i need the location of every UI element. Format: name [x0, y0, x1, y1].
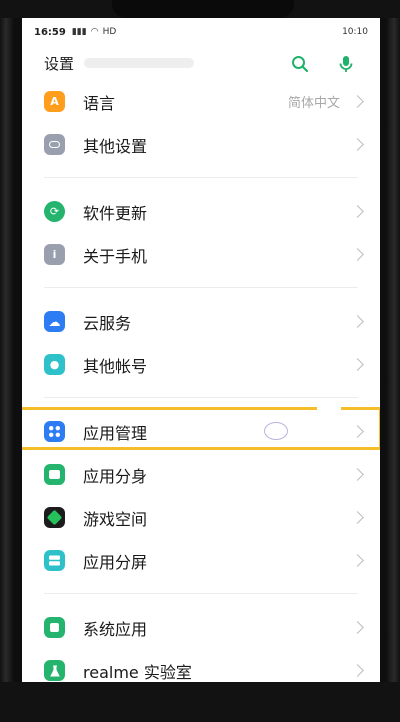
- item-label: 关于手机: [83, 246, 148, 266]
- settings-item-other-accounts[interactable]: ● 其他帐号: [22, 343, 380, 386]
- settings-item-other-settings[interactable]: 其他设置: [22, 123, 380, 166]
- network-type: HD: [102, 27, 117, 37]
- settings-item-split-screen[interactable]: 应用分屏: [22, 539, 380, 582]
- status-time: 16:59: [34, 26, 66, 38]
- language-icon: A: [44, 91, 65, 112]
- chevron-right-icon: [351, 511, 364, 524]
- chevron-right-icon: [351, 248, 364, 261]
- split-screen-icon: [44, 550, 65, 571]
- chevron-right-icon: [351, 425, 364, 438]
- settings-item-realme-lab[interactable]: realme 实验室: [22, 649, 380, 682]
- settings-item-about-phone[interactable]: i 关于手机: [22, 233, 380, 276]
- chevron-right-icon: [351, 664, 364, 677]
- chevron-right-icon: [351, 95, 364, 108]
- page-title: 设置: [44, 54, 75, 73]
- wifi-icon: ◠: [90, 27, 99, 37]
- chevron-right-icon: [351, 315, 364, 328]
- chevron-right-icon: [351, 621, 364, 634]
- section-divider: [22, 166, 380, 190]
- section-divider: [22, 582, 380, 606]
- system-apps-icon: [44, 617, 65, 638]
- item-label: 应用分身: [83, 466, 148, 486]
- settings-item-language[interactable]: A 语言 简体中文: [22, 80, 380, 123]
- item-label: 应用分屏: [83, 552, 148, 572]
- chevron-right-icon: [351, 554, 364, 567]
- chevron-right-icon: [351, 358, 364, 371]
- settings-item-app-clone[interactable]: 应用分身: [22, 453, 380, 496]
- settings-item-software-update[interactable]: ⟳ 软件更新: [22, 190, 380, 233]
- signal-icon: ▮▮▮: [71, 27, 87, 37]
- lab-icon: [44, 660, 65, 681]
- more-settings-icon: [44, 134, 65, 155]
- phone-bottom-bezel: [0, 682, 400, 722]
- settings-list: A 语言 简体中文 其他设置 ⟳ 软件更新 i 关于手机 ☁ 云服务 ● 其他帐…: [22, 80, 380, 682]
- microphone-icon[interactable]: [336, 54, 356, 74]
- item-label: 应用管理: [83, 423, 148, 443]
- item-value: 简体中文: [287, 96, 340, 111]
- chevron-right-icon: [351, 205, 364, 218]
- info-icon: i: [44, 244, 65, 265]
- settings-header: 设置: [22, 46, 380, 80]
- update-icon: ⟳: [44, 201, 65, 222]
- section-divider: [22, 386, 380, 410]
- chevron-right-icon: [351, 468, 364, 481]
- chevron-right-icon: [351, 138, 364, 151]
- game-space-icon: [44, 507, 65, 528]
- search-icon[interactable]: [290, 54, 310, 74]
- status-bar: 16:59 ▮▮▮ ◠ HD 10:10: [34, 24, 368, 40]
- item-label: 其他设置: [83, 136, 148, 156]
- item-label: 游戏空间: [83, 509, 148, 529]
- clone-icon: [44, 464, 65, 485]
- account-icon: ●: [44, 354, 65, 375]
- item-label: 云服务: [83, 313, 132, 333]
- item-label: 系统应用: [83, 619, 148, 639]
- item-label: 语言: [83, 93, 116, 113]
- cloud-icon: ☁: [44, 311, 65, 332]
- phone-screen: 16:59 ▮▮▮ ◠ HD 10:10 设置 A 语言 简体中文 其他设置 ⟳…: [22, 18, 380, 682]
- item-label: 其他帐号: [83, 356, 148, 376]
- header-blurred-text: [84, 58, 195, 68]
- camera-notch: [112, 0, 294, 18]
- settings-item-cloud-service[interactable]: ☁ 云服务: [22, 300, 380, 343]
- tap-indicator: [264, 422, 288, 440]
- settings-item-game-space[interactable]: 游戏空间: [22, 496, 380, 539]
- settings-item-system-apps[interactable]: 系统应用: [22, 606, 380, 649]
- status-right-clock: 10:10: [342, 27, 368, 37]
- item-label: realme 实验室: [83, 662, 192, 682]
- settings-item-app-management[interactable]: 应用管理: [22, 407, 380, 453]
- section-divider: [22, 276, 380, 300]
- highlight-box: [22, 407, 380, 450]
- item-label: 软件更新: [83, 203, 148, 223]
- apps-icon: [44, 421, 65, 442]
